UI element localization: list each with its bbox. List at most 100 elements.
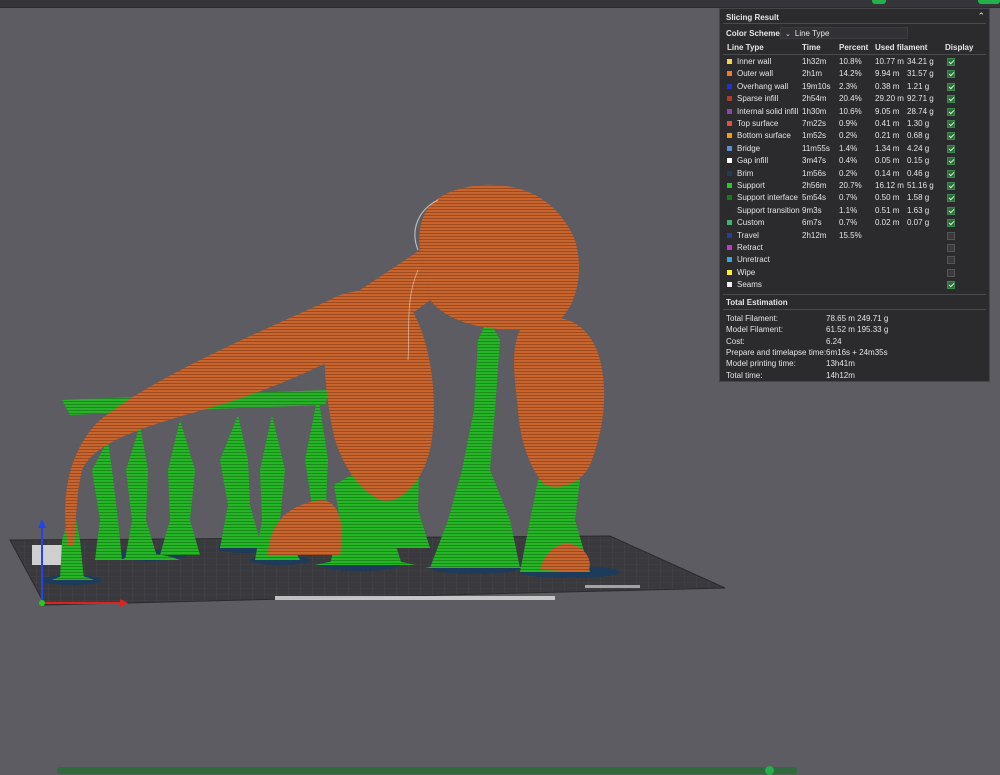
line-type-percent: 0.2% [839,131,858,141]
estimation-row: Cost: 6.24 [726,336,986,347]
display-checkbox[interactable] [947,256,955,265]
line-type-name: Overhang wall [737,81,789,91]
line-type-name: Inner wall [737,57,772,66]
line-type-time: 11m55s [802,143,830,153]
estimation-label: Total time: [726,370,763,380]
color-swatch-icon [727,158,732,164]
line-type-row: Support transition 9m3s 1.1% 0.51 m 1.63 g [720,205,989,217]
line-type-row: Retract [720,242,989,254]
display-checkbox[interactable] [947,144,955,153]
line-type-length: 1.34 m [875,143,900,153]
line-type-weight: 1.30 g [907,119,930,128]
line-type-name: Bottom surface [737,131,791,141]
display-checkbox[interactable] [947,82,955,91]
display-checkbox[interactable] [947,58,955,66]
line-type-percent: 14.2% [839,69,862,79]
color-swatch-icon [727,170,732,176]
line-type-name: Gap infill [737,156,769,166]
estimation-value: 13h41m [826,359,855,369]
collapse-chevron-icon[interactable]: ⌃ [977,11,985,22]
line-type-row: Bottom surface 1m52s 0.2% 0.21 m 0.68 g [720,130,989,142]
display-checkbox[interactable] [947,70,955,79]
line-type-name: Seams [737,280,762,290]
layer-slider-horizontal[interactable] [57,766,797,775]
display-checkbox[interactable] [947,268,955,277]
line-type-time: 2h12m [802,230,827,240]
line-type-time: 1h30m [802,106,827,116]
line-type-length: 9.94 m [875,69,900,79]
line-type-weight: 1.63 g [907,205,930,215]
line-type-row: Top surface 7m22s 0.9% 0.41 m 1.30 g [720,118,989,130]
color-swatch-icon [727,269,732,275]
line-type-weight: 0.68 g [907,131,930,141]
line-type-length: 0.50 m [875,193,900,203]
line-type-length: 0.38 m [875,81,900,91]
color-swatch-icon [727,282,732,288]
display-checkbox[interactable] [947,231,955,240]
line-type-percent: 20.4% [839,94,862,104]
estimation-label: Model printing time: [726,359,796,369]
display-checkbox[interactable] [947,107,955,116]
col-time: Time [802,43,821,52]
display-checkbox[interactable] [947,169,955,178]
estimation-row: Total time: 14h12m [726,370,986,381]
line-type-row: Gap infill 3m47s 0.4% 0.05 m 0.15 g [720,155,989,167]
divider [723,294,986,295]
line-type-time: 2h54m [802,94,827,104]
color-swatch-icon [727,59,732,64]
line-type-percent: 1.1% [839,205,858,215]
estimation-row: Model printing time: 13h41m [726,358,986,369]
color-swatch-icon [727,83,732,89]
estimation-row: Total Filament: 78.65 m 249.71 g [726,313,986,324]
line-type-weight: 31.57 g [907,69,934,79]
display-checkbox[interactable] [947,206,955,215]
color-scheme-dropdown[interactable]: ⌄ Line Type [780,27,908,39]
line-type-percent: 0.7% [839,218,858,228]
color-swatch-icon [727,220,732,226]
line-type-name: Outer wall [737,69,774,79]
line-type-time: 6m7s [802,218,822,228]
color-swatch-icon [727,121,732,126]
line-type-percent: 0.2% [839,168,858,178]
toolbar-button-right-edge[interactable] [978,0,1000,4]
line-type-length: 0.02 m [875,218,900,228]
display-checkbox[interactable] [947,219,955,228]
estimation-value: 78.65 m 249.71 g [826,314,889,323]
display-checkbox[interactable] [947,194,955,203]
panel-title: Slicing Result [726,13,779,22]
toolbar-button-left-edge[interactable] [872,0,886,4]
line-type-length: 0.51 m [875,205,900,215]
table-header: Line Type Time Percent Used filament Dis… [720,42,989,54]
line-type-time: 1m52s [802,131,827,141]
line-type-row: Unretract [720,254,989,266]
estimation-value: 6.24 [826,336,842,346]
line-type-percent: 1.4% [839,143,858,153]
color-swatch-icon [727,96,732,102]
display-checkbox[interactable] [947,244,955,252]
line-type-time: 2h1m [802,69,823,79]
display-checkbox[interactable] [947,182,955,190]
line-type-row: Internal solid infill 1h30m 10.6% 9.05 m 28.… [720,106,989,118]
color-swatch-icon [727,183,732,188]
line-type-name: Bridge [737,143,761,153]
divider [723,54,986,55]
line-type-time: 2h56m [802,181,827,190]
color-swatch-icon [727,71,732,77]
color-swatch-icon [727,232,732,238]
line-type-time: 1h32m [802,57,827,66]
line-type-name: Brim [737,168,754,178]
display-checkbox[interactable] [947,281,955,290]
line-type-row: Support interface 5m54s 0.7% 0.50 m 1.58 g [720,192,989,204]
display-checkbox[interactable] [947,157,955,166]
display-checkbox[interactable] [947,120,955,128]
divider [723,23,986,24]
line-type-row: Wipe [720,267,989,279]
line-type-weight: 1.21 g [907,81,930,91]
line-type-percent: 0.7% [839,193,858,203]
display-checkbox[interactable] [947,132,955,141]
line-type-weight: 92.71 g [907,94,934,104]
line-type-weight: 51.16 g [907,181,934,190]
top-toolbar [0,0,1000,8]
display-checkbox[interactable] [947,95,955,104]
line-type-name: Custom [737,218,765,228]
